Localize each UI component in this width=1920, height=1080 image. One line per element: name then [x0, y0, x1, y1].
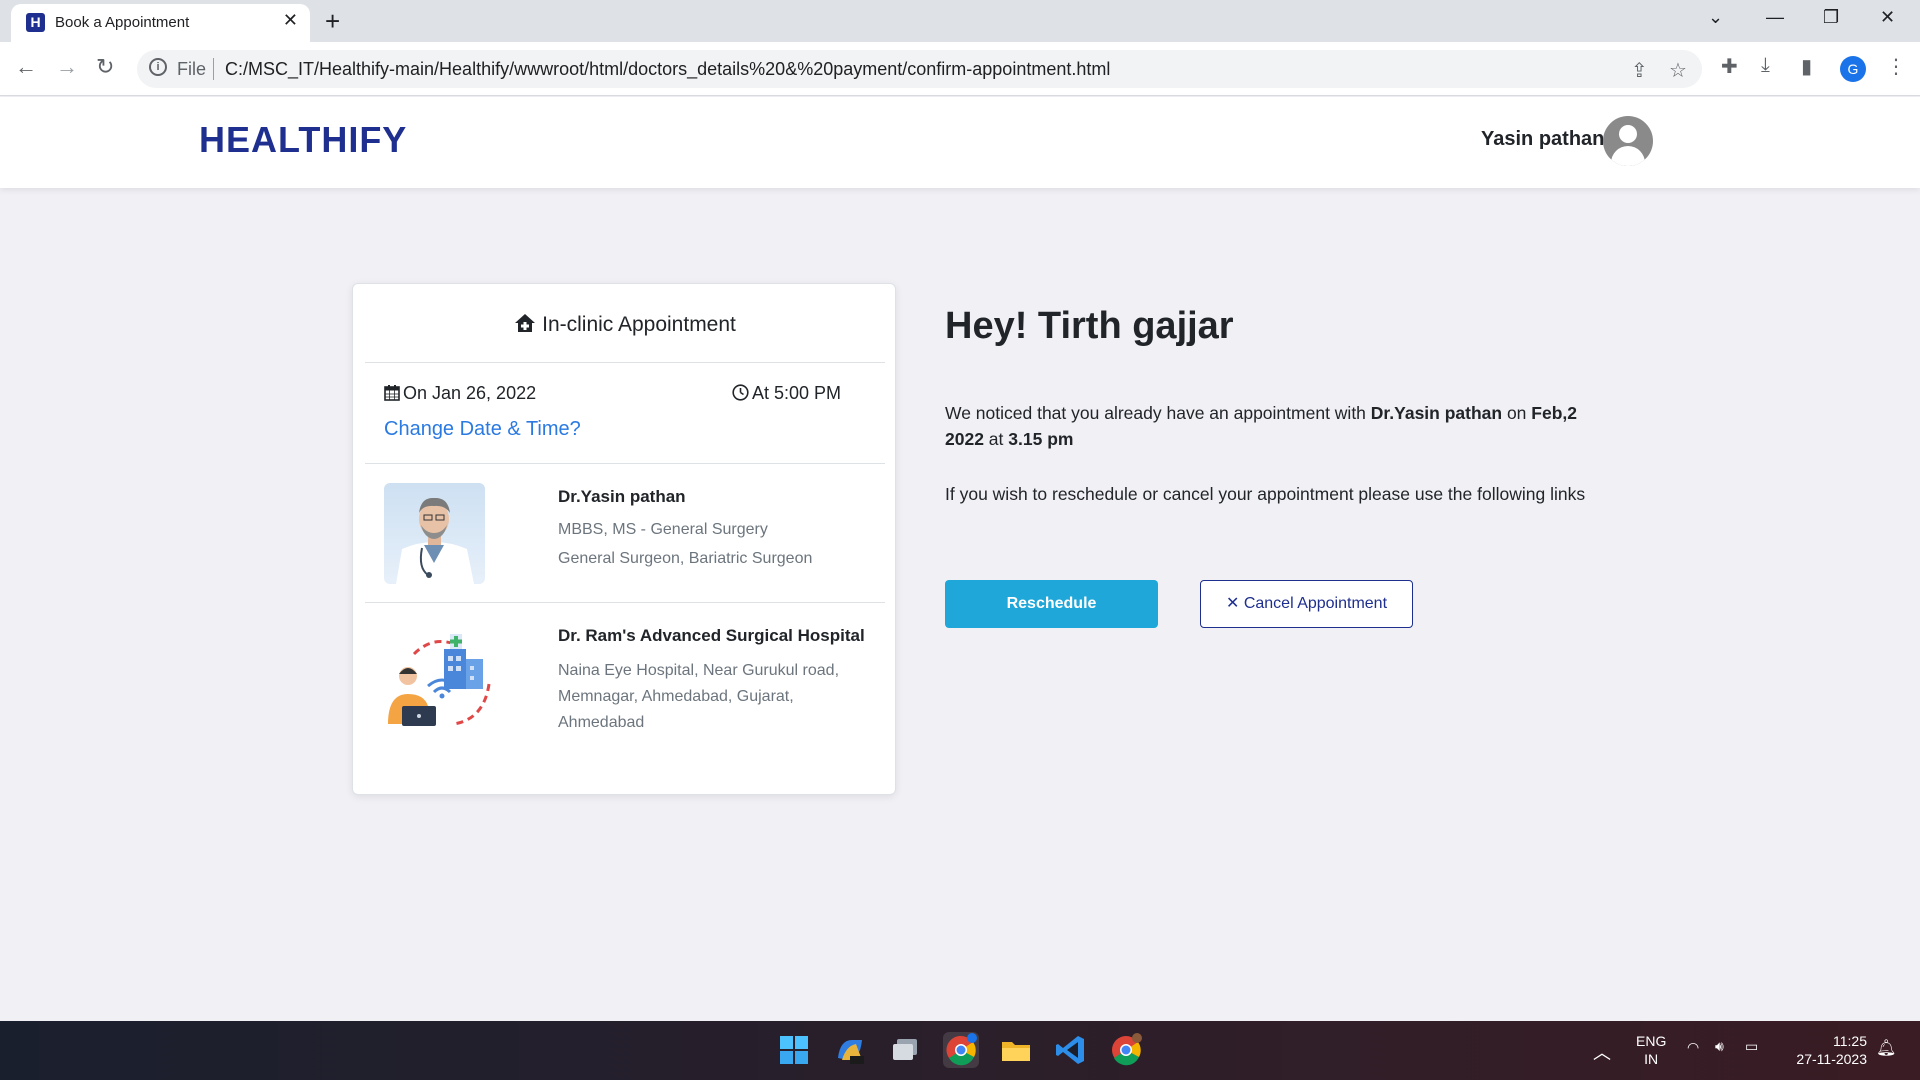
notification-bell-icon[interactable]: 🔔︎	[1876, 1038, 1896, 1058]
telemedicine-illustration-icon	[388, 634, 491, 726]
download-icon[interactable]: ⤓	[1761, 54, 1770, 77]
browser-toolbar: ← → ↻ i File C:/MSC_IT/Healthify-main/He…	[0, 42, 1920, 96]
restore-button[interactable]: ❐	[1823, 7, 1839, 28]
card-divider	[365, 463, 885, 464]
browser-tabstrip: H Book a Appointment ✕ + ⌄ — ❐ ✕	[0, 0, 1920, 42]
site-header: HEALTHIFY Yasin pathan	[0, 97, 1920, 188]
greeting-heading: Hey! Tirth gajjar	[945, 305, 1234, 347]
url-text[interactable]: C:/MSC_IT/Healthify-main/Healthify/wwwro…	[225, 59, 1110, 80]
appointment-date: On Jan 26, 2022	[384, 383, 536, 404]
minimize-button[interactable]: —	[1766, 7, 1784, 28]
clock-time: 11:25	[1833, 1033, 1867, 1049]
vscode-logo	[1056, 1036, 1084, 1064]
browser-tab[interactable]: H Book a Appointment ✕	[11, 4, 310, 42]
hospital-address: Naina Eye Hospital, Near Gurukul road, M…	[558, 662, 840, 731]
chrome-logo	[946, 1033, 977, 1066]
chrome-taskbar-icon[interactable]	[943, 1032, 979, 1068]
copilot-logo	[838, 1040, 864, 1064]
date-text: On Jan 26, 2022	[403, 383, 537, 403]
windows-taskbar: ︿ ENG IN ◠ 🔊︎ ▭ 11:25 27-11-2023 🔔︎	[0, 1021, 1920, 1080]
user-avatar-icon[interactable]	[1603, 116, 1653, 166]
card-divider	[365, 362, 885, 363]
wifi-icon[interactable]: ◠	[1687, 1039, 1699, 1056]
tab-search-chevron-icon[interactable]: ⌄	[1708, 7, 1723, 28]
copilot-pre-icon[interactable]	[832, 1032, 868, 1068]
language-line1: ENG	[1636, 1033, 1667, 1049]
folder-logo	[1002, 1042, 1030, 1061]
reschedule-button[interactable]: Reschedule	[945, 580, 1158, 628]
clock-date: 27-11-2023	[1796, 1051, 1867, 1067]
bookmark-star-icon[interactable]: ☆	[1669, 58, 1687, 83]
windows-logo	[780, 1036, 808, 1064]
time-text: At 5:00 PM	[752, 383, 842, 403]
appointment-card: In-clinic Appointment On Jan 26, 2022 At…	[352, 283, 896, 795]
avatar-body	[1611, 146, 1645, 166]
card-divider	[365, 602, 885, 603]
show-hidden-icons-chevron-icon[interactable]: ︿	[1593, 1039, 1611, 1065]
forward-arrow-icon[interactable]: →	[56, 54, 78, 80]
notice-doctor: Dr.Yasin pathan	[1370, 403, 1503, 423]
doctor-name: Dr.Yasin pathan	[558, 487, 686, 506]
card-heading: In-clinic Appointment	[353, 313, 897, 337]
file-explorer-icon[interactable]	[998, 1032, 1034, 1068]
doctor-photo	[384, 483, 485, 584]
chrome-profile-taskbar-icon[interactable]	[1108, 1032, 1144, 1068]
new-tab-button[interactable]: +	[325, 6, 340, 37]
calendar-icon	[384, 385, 400, 401]
appointment-time: At 5:00 PM	[732, 383, 841, 404]
url-separator	[213, 58, 214, 80]
share-icon[interactable]: ⇪	[1631, 58, 1648, 83]
user-name[interactable]: Yasin pathan	[1481, 128, 1604, 151]
existing-appointment-notice: We noticed that you already have an appo…	[945, 400, 1585, 452]
vscode-icon[interactable]	[1053, 1032, 1089, 1068]
healthify-favicon-icon: H	[26, 13, 45, 32]
notice-prefix: We noticed that you already have an appo…	[945, 403, 1371, 423]
url-scheme-label: File	[177, 59, 207, 79]
hospital-illustration	[384, 624, 499, 739]
address-bar[interactable]: i File C:/MSC_IT/Healthify-main/Healthif…	[137, 50, 1702, 88]
notice-time: 3.15 pm	[1008, 429, 1074, 449]
notice-on: on	[1502, 403, 1532, 423]
extensions-puzzle-icon[interactable]: ✚	[1721, 54, 1738, 79]
side-panel-icon[interactable]: ▮	[1801, 54, 1812, 79]
brand-logo[interactable]: HEALTHIFY	[199, 119, 407, 161]
notice-at: at	[983, 429, 1009, 449]
reschedule-instructions: If you wish to reschedule or cancel your…	[945, 484, 1586, 504]
card-title: In-clinic Appointment	[542, 313, 736, 336]
site-info-icon[interactable]: i	[149, 58, 167, 76]
battery-icon[interactable]: ▭	[1745, 1038, 1758, 1055]
doctor-specialty: General Surgeon, Bariatric Surgeon	[558, 550, 813, 567]
close-window-button[interactable]: ✕	[1880, 7, 1895, 28]
clock-icon	[732, 384, 749, 401]
cancel-appointment-button[interactable]: ✕ Cancel Appointment	[1200, 580, 1413, 628]
chrome-logo-2	[1112, 1033, 1142, 1066]
doctor-illustration	[396, 497, 474, 584]
doctor-degree: MBBS, MS - General Surgery	[558, 521, 768, 538]
volume-icon[interactable]: 🔊︎	[1715, 1038, 1724, 1055]
task-view-logo	[893, 1039, 917, 1060]
profile-avatar[interactable]: G	[1840, 56, 1866, 82]
avatar-head	[1619, 125, 1637, 143]
reload-icon[interactable]: ↻	[96, 54, 114, 80]
change-date-time-link[interactable]: Change Date & Time?	[384, 418, 581, 441]
tab-title: Book a Appointment	[55, 14, 190, 31]
tab-close-icon[interactable]: ✕	[283, 10, 298, 31]
language-indicator[interactable]: ENG IN	[1636, 1032, 1666, 1068]
chrome-menu-icon[interactable]: ⋮	[1886, 54, 1906, 79]
back-arrow-icon[interactable]: ←	[15, 54, 37, 80]
task-view-icon[interactable]	[888, 1032, 924, 1068]
clock[interactable]: 11:25 27-11-2023	[1787, 1032, 1867, 1068]
clinic-home-icon	[515, 314, 536, 332]
language-line2: IN	[1644, 1051, 1659, 1067]
windows-start-icon[interactable]	[776, 1032, 812, 1068]
hospital-name: Dr. Ram's Advanced Surgical Hospital	[558, 626, 865, 645]
